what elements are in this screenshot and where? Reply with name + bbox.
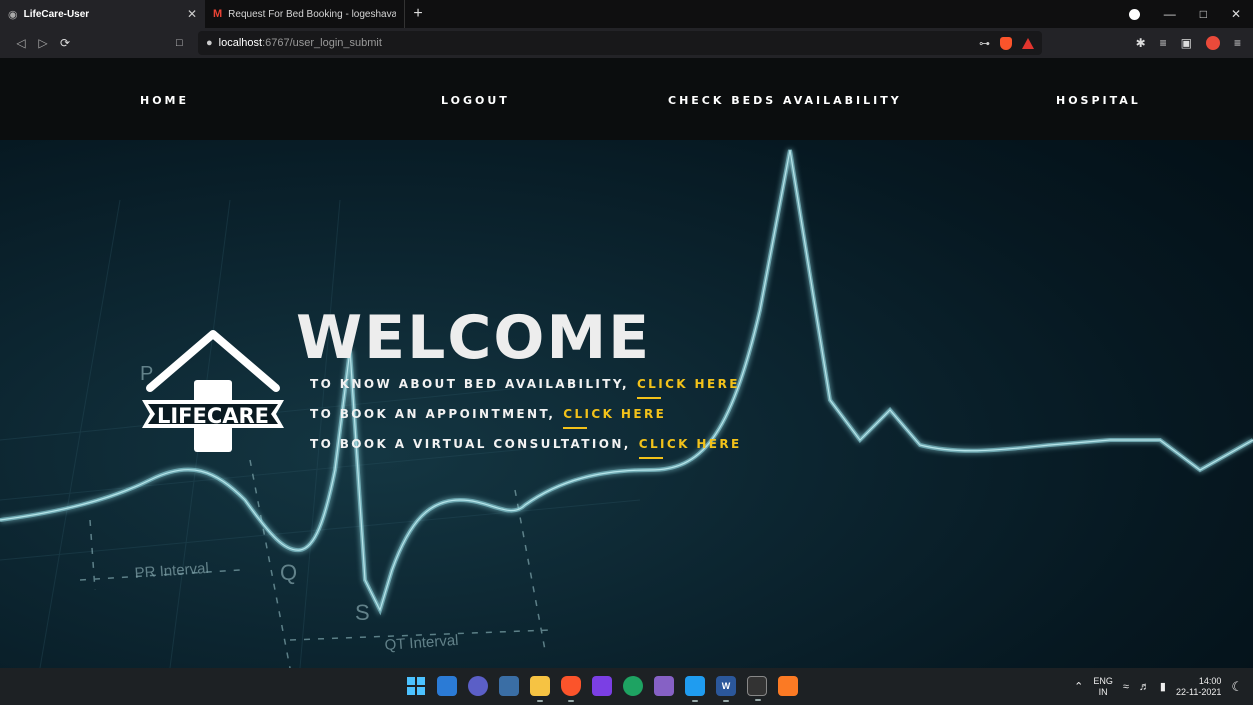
site-navbar: HOME LOGOUT CHECK BEDS AVAILABILITY HOSP… [0, 58, 1253, 140]
tab-gmail[interactable]: M Request For Bed Booking - logeshavar [205, 0, 405, 28]
tab-lifecare-user[interactable]: ◉ LifeCare-User ✕ [0, 0, 205, 28]
windows-taskbar: W ⌃ ENG IN ≈ ♬ ▮ 14:00 22-11-2021 ☾ [0, 668, 1253, 705]
chrome-icon[interactable] [623, 676, 643, 696]
ecg-label-qt-interval: QT Interval [384, 632, 459, 654]
hero-line-appointment: TO BOOK AN APPOINTMENT, CLICK HERE [310, 407, 666, 421]
nav-hospital[interactable]: HOSPITAL [1056, 94, 1141, 107]
word-icon[interactable]: W [716, 676, 736, 702]
back-icon[interactable]: ◁ [10, 36, 32, 50]
window-controls: — □ ✕ [1128, 0, 1253, 28]
notifications-icon[interactable]: ☾ [1231, 679, 1243, 695]
jetbrains-icon[interactable] [592, 676, 612, 696]
visual-studio-icon[interactable] [654, 676, 674, 696]
globe-icon: ◉ [8, 8, 18, 21]
click-here-bed-availability-link[interactable]: CLICK HERE [637, 377, 740, 391]
url-path: :6767/user_login_submit [262, 37, 382, 49]
web-page: P Q S PR Interval QT Interval HOME LOGOU… [0, 58, 1253, 668]
browser-toolbar: ◁ ▷ ⟳ □ ● localhost:6767/user_login_subm… [0, 28, 1253, 58]
widgets-icon[interactable] [437, 676, 457, 696]
minimize-icon[interactable]: — [1164, 7, 1176, 21]
nav-logout[interactable]: LOGOUT [441, 94, 510, 107]
close-tab-icon[interactable]: ✕ [187, 7, 197, 21]
terminal-icon[interactable] [747, 676, 767, 701]
ecg-label-pr-interval: PR Interval [134, 560, 209, 582]
welcome-heading: WELCOME [296, 303, 652, 373]
bookmark-icon[interactable]: □ [176, 37, 183, 49]
tab-title: Request For Bed Booking - logeshavar [228, 8, 396, 20]
address-bar-actions: ⊶ [979, 31, 1034, 55]
brave-rewards-icon[interactable] [1022, 37, 1034, 49]
clock-date: 22-11-2021 [1175, 686, 1222, 697]
app-store-icon[interactable] [499, 676, 519, 696]
teams-chat-icon[interactable] [468, 676, 488, 696]
hero-line-text: TO KNOW ABOUT BED AVAILABILITY, [310, 377, 629, 391]
volume-icon[interactable]: ♬ [1139, 681, 1150, 693]
reload-icon[interactable]: ⟳ [54, 36, 76, 50]
system-tray: ⌃ ENG IN ≈ ♬ ▮ 14:00 22-11-2021 ☾ [1074, 668, 1243, 705]
hero-line-text: TO BOOK A VIRTUAL CONSULTATION, [310, 437, 631, 451]
clock-time: 14:00 [1198, 675, 1222, 686]
clock[interactable]: 14:00 22-11-2021 [1176, 676, 1221, 698]
nav-check-beds-availability[interactable]: CHECK BEDS AVAILABILITY [668, 94, 902, 107]
browser-tabstrip: ◉ LifeCare-User ✕ M Request For Bed Book… [0, 0, 1253, 28]
lifecare-logo: LIFECARE [142, 330, 284, 452]
gmail-icon: M [213, 8, 223, 20]
lang-bottom: IN [1098, 686, 1108, 697]
brave-browser-icon[interactable] [561, 676, 581, 702]
chevron-up-icon[interactable]: ⌃ [1074, 680, 1083, 693]
ecg-label-s: S [355, 600, 370, 625]
tab-title: LifeCare-User [23, 8, 90, 20]
hero-line-text: TO BOOK AN APPOINTMENT, [310, 407, 556, 421]
brave-shields-icon[interactable] [1000, 36, 1012, 50]
extensions-icon[interactable]: ✱ [1136, 36, 1146, 50]
battery-icon[interactable]: ▮ [1160, 680, 1166, 693]
brave-menu-icon[interactable] [1128, 8, 1140, 20]
xampp-icon[interactable] [778, 676, 798, 696]
click-here-virtual-consultation-link[interactable]: CLICK HERE [639, 437, 742, 451]
menu-icon[interactable]: ≡ [1234, 36, 1241, 50]
lang-top: ENG [1093, 675, 1113, 686]
nav-home[interactable]: HOME [140, 94, 189, 107]
site-info-icon[interactable]: ● [206, 37, 213, 49]
address-bar[interactable]: □ ● localhost:6767/user_login_submit ⊶ [176, 31, 1042, 55]
taskbar-apps: W [406, 676, 798, 702]
hero-line-virtual-consultation: TO BOOK A VIRTUAL CONSULTATION, CLICK HER… [310, 437, 742, 451]
wallet-icon[interactable]: ▣ [1181, 36, 1192, 50]
wifi-icon[interactable]: ≈ [1123, 681, 1129, 693]
language-indicator[interactable]: ENG IN [1093, 676, 1113, 698]
new-tab-button[interactable]: + [405, 0, 431, 28]
vscode-icon[interactable] [685, 676, 705, 702]
key-icon[interactable]: ⊶ [979, 37, 990, 50]
logo-text: LIFECARE [157, 404, 269, 428]
url-host: localhost [218, 37, 263, 49]
reading-list-icon[interactable]: ≡ [1160, 36, 1167, 50]
maximize-icon[interactable]: □ [1200, 7, 1207, 21]
hero-line-bed-availability: TO KNOW ABOUT BED AVAILABILITY, CLICK HER… [310, 377, 740, 391]
profile-icon[interactable] [1205, 36, 1220, 50]
ecg-label-q: Q [280, 560, 297, 585]
windows-start-icon[interactable] [406, 676, 426, 696]
toolbar-extensions: ✱ ≡ ▣ ≡ [1136, 28, 1241, 58]
file-explorer-icon[interactable] [530, 676, 550, 702]
click-here-appointment-link[interactable]: CLICK HERE [563, 407, 666, 421]
close-window-icon[interactable]: ✕ [1231, 7, 1241, 21]
forward-icon[interactable]: ▷ [32, 36, 54, 50]
